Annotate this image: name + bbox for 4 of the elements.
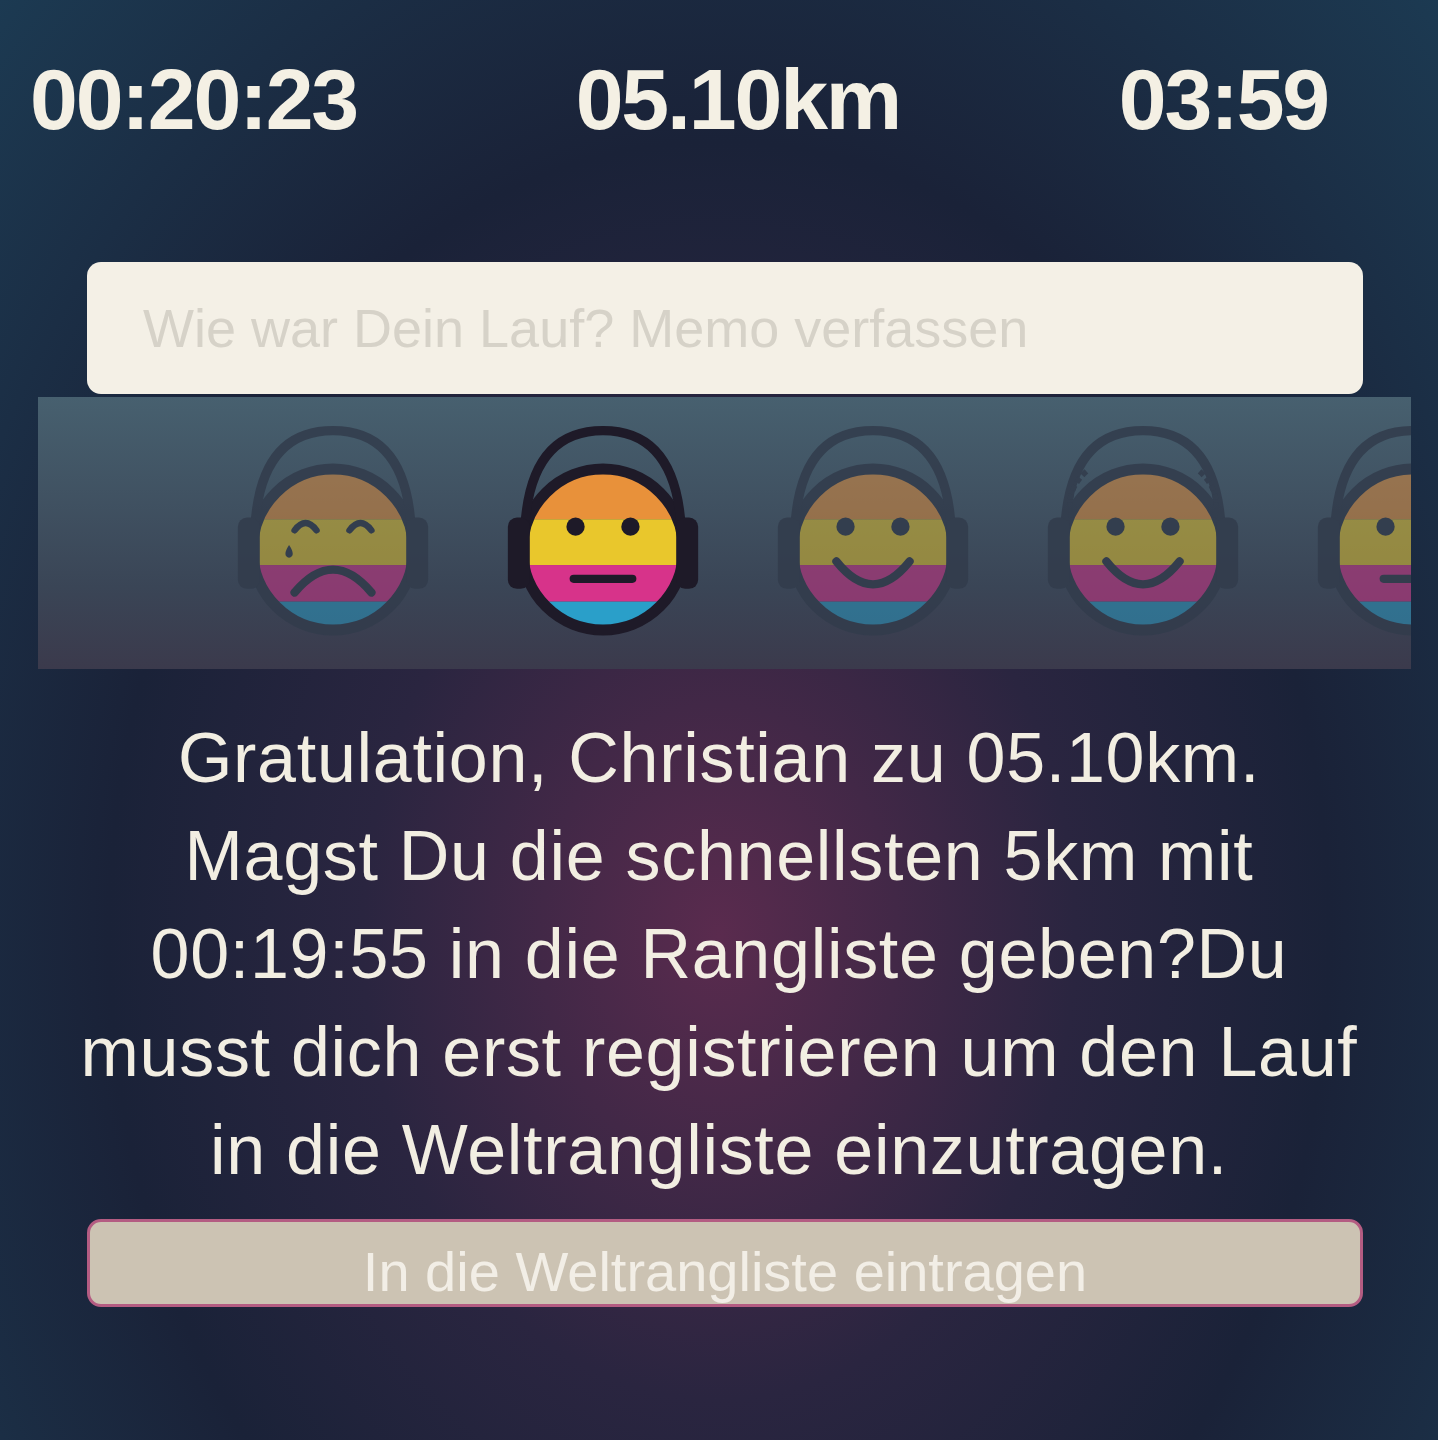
stat-value: 00:20:23: [30, 49, 358, 149]
message-text: Gratulation, Christian zu 05.10km. Magst Du die schnellsten 5km mit 00:19:55 in die Rangliste geben?Du musst dich erst registrieren um den Lauf in die Weltrangliste einzutragen.: [79, 718, 1359, 1191]
stat-value: 05.10km: [575, 49, 901, 149]
stat-value: 03:59: [1118, 49, 1328, 149]
